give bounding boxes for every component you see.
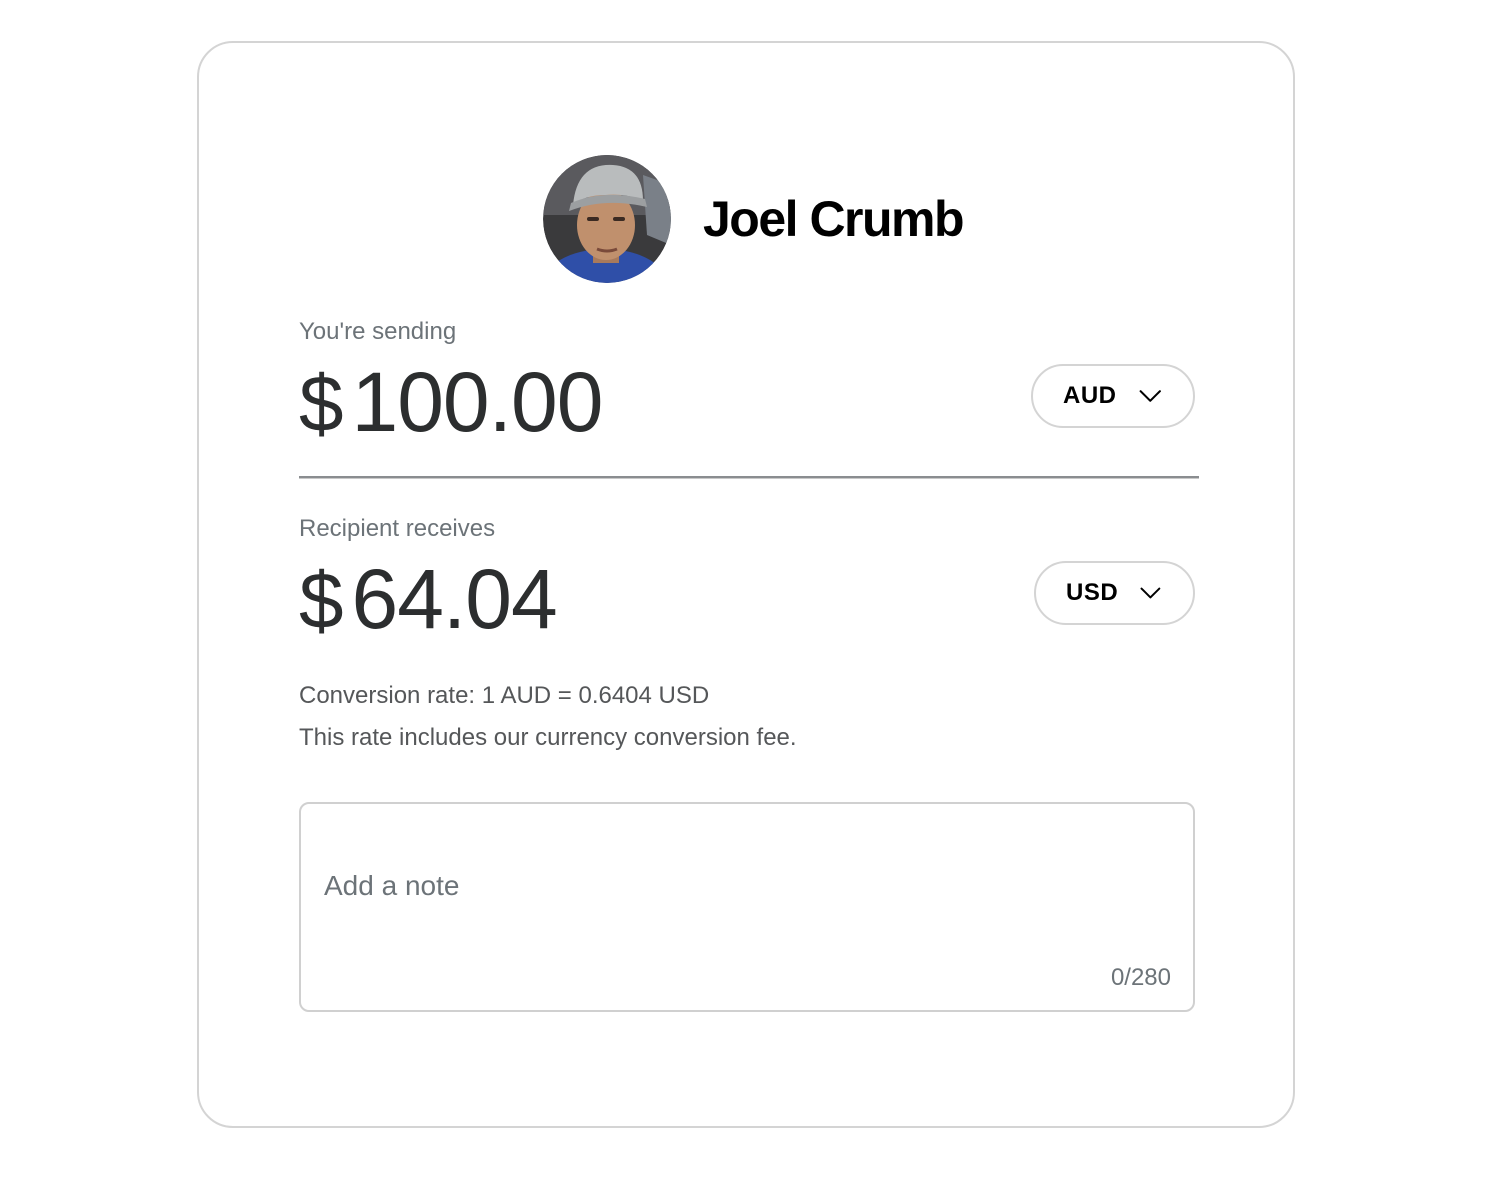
recipient-name: Joel Crumb (703, 191, 965, 247)
conversion-fee-text: This rate includes our currency conversi… (299, 724, 797, 751)
conversion-rate-text: Conversion rate: 1 AUD = 0.6404 USD (299, 682, 710, 709)
sending-currency-dropdown[interactable]: AUD (1031, 364, 1195, 428)
send-money-card: Joel Crumb You're sending $ 100.00 AUD R… (197, 41, 1295, 1128)
receiving-currency-code: USD (1066, 579, 1119, 606)
sending-currency-code: AUD (1063, 382, 1117, 409)
conversion-info: Conversion rate: 1 AUD = 0.6404 USD This… (299, 675, 797, 759)
note-placeholder: Add a note (324, 870, 460, 901)
amount-divider (299, 476, 1199, 479)
sending-section: You're sending $ 100.00 AUD (299, 318, 1199, 458)
sending-currency-symbol: $ (299, 359, 344, 448)
receiving-label: Recipient receives (299, 515, 496, 542)
note-character-counter: 0/280 (1110, 964, 1171, 991)
chevron-down-icon (1139, 390, 1161, 402)
sending-label: You're sending (299, 318, 457, 345)
sending-amount-value: 100.00 (351, 355, 604, 449)
receiving-currency-symbol: $ (299, 556, 344, 645)
receiving-amount-value: 64.04 (351, 552, 558, 646)
receiving-section: Recipient receives $ 64.04 USD (299, 515, 1199, 655)
recipient-header: Joel Crumb (543, 155, 965, 283)
receiving-currency-dropdown[interactable]: USD (1034, 561, 1195, 625)
chevron-down-icon (1140, 587, 1161, 599)
recipient-avatar (543, 155, 671, 283)
note-field[interactable]: Add a note 0/280 (299, 802, 1195, 1012)
